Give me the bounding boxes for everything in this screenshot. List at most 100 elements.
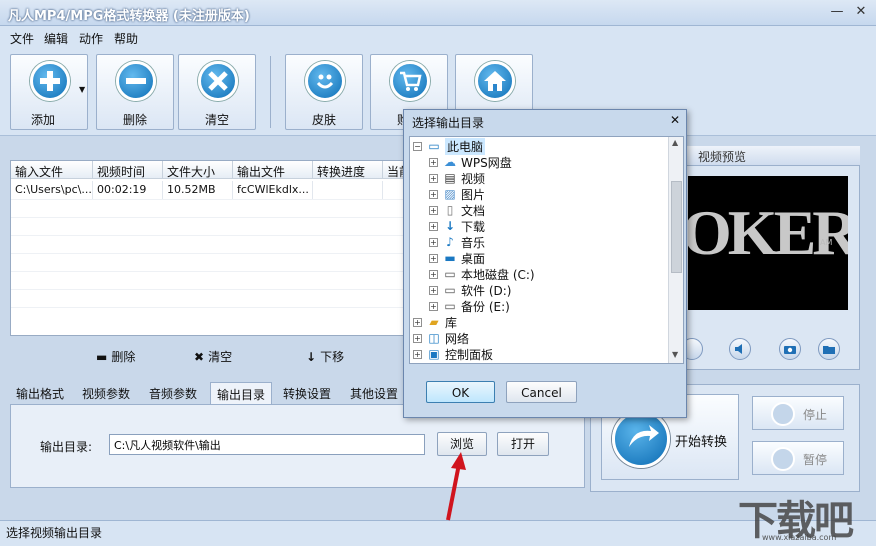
row-divider <box>11 235 419 236</box>
camera-icon[interactable] <box>779 338 801 360</box>
settings-tabs: 输出格式 视频参数 音频参数 输出目录 转换设置 其他设置 <box>10 380 420 404</box>
toolbar-separator <box>270 56 271 128</box>
x-icon <box>198 61 238 101</box>
list-delete-button[interactable]: ▬ 删除 <box>96 348 135 365</box>
expand-icon[interactable]: + <box>429 237 438 247</box>
row-divider <box>11 289 419 290</box>
expand-icon[interactable]: + <box>429 189 438 199</box>
music-folder-icon: ♪ <box>446 235 454 249</box>
stop-label: 停止 <box>803 408 828 422</box>
library-icon: ▰ <box>429 315 439 329</box>
desktop-icon: ▬ <box>444 251 456 265</box>
tab-convert-settings[interactable]: 转换设置 <box>277 382 337 404</box>
expand-icon[interactable]: + <box>413 349 422 359</box>
start-convert-label: 开始转换 <box>675 435 728 450</box>
tree-node-this-pc[interactable]: − ▭ 此电脑 <box>413 137 486 155</box>
cell-input-file: C:\Users\pc\... <box>11 181 93 199</box>
tree-scrollbar[interactable]: ▲ ▼ <box>668 137 683 363</box>
close-button[interactable]: ✕ <box>852 4 870 20</box>
add-button[interactable]: 添加 ▼ <box>10 54 88 130</box>
open-button[interactable]: 打开 <box>497 432 549 456</box>
expand-icon[interactable]: + <box>429 253 438 263</box>
tree-node[interactable]: + ▭ 备份 (E:) <box>429 298 510 314</box>
skin-button[interactable]: 皮肤 <box>285 54 363 130</box>
column-header-size[interactable]: 文件大小 <box>163 161 233 179</box>
tree-node[interactable]: + ▭ 本地磁盘 (C:) <box>429 266 535 282</box>
dialog-close-icon[interactable]: ✕ <box>668 114 682 128</box>
menu-help[interactable]: 帮助 <box>114 30 138 47</box>
tab-audio-params[interactable]: 音频参数 <box>143 382 203 404</box>
tree-node[interactable]: + ▤ 视频 <box>429 170 485 186</box>
list-actions: ▬ 删除 ✖ 清空 ↓ 下移 <box>10 344 420 368</box>
scroll-up-icon[interactable]: ▲ <box>672 138 678 147</box>
expand-icon[interactable]: + <box>413 317 422 327</box>
tree-node[interactable]: + ↓ 下载 <box>429 218 485 234</box>
skin-label: 皮肤 <box>311 113 336 127</box>
list-delete-label: 删除 <box>111 350 136 364</box>
tree-node[interactable]: + ▬ 桌面 <box>429 250 485 266</box>
app-title: 凡人MP4/MPG格式转换器 (未注册版本) <box>8 9 250 24</box>
expand-icon[interactable]: + <box>413 333 422 343</box>
expand-icon[interactable]: + <box>429 205 438 215</box>
column-header-duration[interactable]: 视频时间 <box>93 161 163 179</box>
expand-icon[interactable]: + <box>429 173 438 183</box>
row-divider <box>11 199 419 200</box>
cloud-icon: ☁ <box>444 155 456 169</box>
folder-icon[interactable] <box>818 338 840 360</box>
tree-node[interactable]: + ♪ 音乐 <box>429 234 485 250</box>
pause-button[interactable]: 暂停 <box>752 441 844 475</box>
folder-tree[interactable]: − ▭ 此电脑 + ☁ WPS网盘 + ▤ 视频 + ▨ 图片 + ▯ 文档 + ↓ 下载 + ♪ 音乐 +… <box>409 136 684 364</box>
stop-button[interactable]: 停止 <box>752 396 844 430</box>
expand-icon[interactable]: + <box>429 301 438 311</box>
delete-button[interactable]: 删除 <box>96 54 174 130</box>
dropdown-arrow-icon[interactable]: ▼ <box>79 85 85 94</box>
tab-other-settings[interactable]: 其他设置 <box>344 382 404 404</box>
volume-icon[interactable] <box>729 338 751 360</box>
x-icon: ✖ <box>194 349 205 364</box>
row-divider <box>11 217 419 218</box>
ok-button[interactable]: OK <box>426 381 495 403</box>
cancel-button[interactable]: Cancel <box>506 381 577 403</box>
tab-video-params[interactable]: 视频参数 <box>76 382 136 404</box>
tree-node[interactable]: + ◫ 网络 <box>413 330 469 346</box>
list-clear-button[interactable]: ✖ 清空 <box>194 348 232 365</box>
file-table[interactable]: 输入文件 视频时间 文件大小 输出文件 转换进度 当前 C:\Users\pc\… <box>10 160 420 336</box>
expand-icon[interactable]: + <box>429 157 438 167</box>
clear-button[interactable]: 清空 <box>178 54 256 130</box>
row-divider <box>11 271 419 272</box>
watermark-url: www.xiazaiba.com <box>762 533 837 542</box>
tree-node[interactable]: + ▯ 文档 <box>429 202 485 218</box>
tree-node[interactable]: + ☁ WPS网盘 <box>429 154 512 170</box>
output-dir-input[interactable] <box>109 434 425 455</box>
network-icon: ◫ <box>428 331 440 345</box>
row-divider <box>11 307 419 308</box>
minimize-button[interactable]: — <box>828 4 846 20</box>
minus-icon <box>116 61 156 101</box>
column-header-progress[interactable]: 转换进度 <box>313 161 383 179</box>
tab-output-dir[interactable]: 输出目录 <box>210 382 273 404</box>
column-header-output[interactable]: 输出文件 <box>233 161 313 179</box>
preview-frame-text: OKER <box>688 197 848 268</box>
drive-icon: ▭ <box>444 267 456 281</box>
expand-icon[interactable]: + <box>429 221 438 231</box>
cart-icon <box>390 61 430 101</box>
scroll-thumb[interactable] <box>671 181 682 273</box>
tree-node[interactable]: + ▣ 控制面板 <box>413 346 493 362</box>
menu-file[interactable]: 文件 <box>10 30 34 47</box>
column-header-input[interactable]: 输入文件 <box>11 161 93 179</box>
tree-node[interactable]: + ▰ 库 <box>413 314 457 330</box>
tree-node[interactable]: + ▨ 图片 <box>429 186 485 202</box>
expand-icon[interactable]: + <box>429 285 438 295</box>
tree-node[interactable]: + ▭ 软件 (D:) <box>429 282 511 298</box>
document-folder-icon: ▯ <box>446 203 454 217</box>
collapse-icon[interactable]: − <box>413 141 422 151</box>
pause-label: 暂停 <box>803 453 828 467</box>
dialog-title: 选择输出目录 <box>412 116 485 130</box>
scroll-down-icon[interactable]: ▼ <box>672 350 678 359</box>
move-down-label: 下移 <box>320 350 345 364</box>
move-down-button[interactable]: ↓ 下移 <box>306 348 344 365</box>
tab-output-format[interactable]: 输出格式 <box>10 382 70 404</box>
expand-icon[interactable]: + <box>429 269 438 279</box>
menu-action[interactable]: 动作 <box>79 30 103 47</box>
menu-edit[interactable]: 编辑 <box>44 30 68 47</box>
